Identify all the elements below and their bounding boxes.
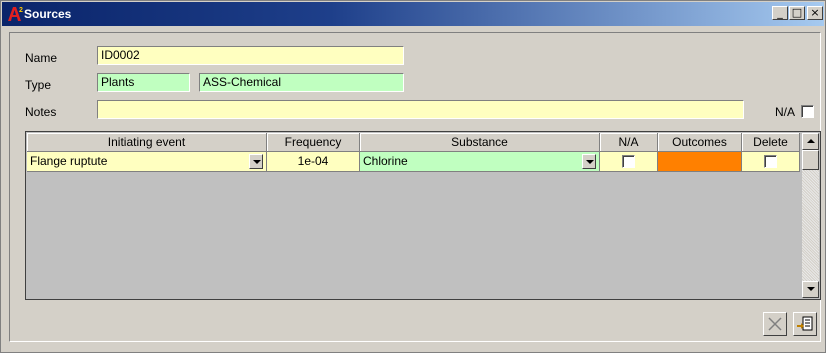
na-label: N/A	[775, 105, 796, 119]
export-icon	[797, 316, 813, 331]
column-header-frequency[interactable]: Frequency	[267, 133, 360, 152]
substance-value: Chlorine	[363, 154, 408, 168]
name-label: Name	[25, 51, 58, 65]
column-header-delete[interactable]: Delete	[742, 133, 800, 152]
column-header-initiating-event[interactable]: Initiating event	[27, 133, 267, 152]
row-delete-checkbox[interactable]	[764, 155, 777, 168]
type-subtype-field[interactable]: ASS-Chemical	[199, 73, 404, 92]
app-logo-icon: 2	[8, 7, 23, 21]
window-title: Sources	[24, 7, 72, 21]
notes-label: Notes	[25, 105, 57, 119]
maximize-button[interactable]: □	[789, 6, 805, 20]
svg-text:2: 2	[19, 7, 23, 14]
initiating-event-cell[interactable]: Flange ruptute	[27, 152, 267, 172]
chevron-down-icon[interactable]	[249, 154, 263, 169]
notes-field[interactable]	[97, 100, 744, 119]
title-bar[interactable]: 2 Sources _ □ ×	[2, 2, 824, 26]
export-button[interactable]	[793, 312, 817, 336]
close-button[interactable]: ×	[807, 6, 823, 20]
scrollbar-thumb[interactable]	[802, 150, 819, 170]
delete-cell	[742, 152, 800, 172]
substance-cell[interactable]: Chlorine	[360, 152, 600, 172]
row-na-checkbox[interactable]	[622, 155, 635, 168]
vertical-scrollbar[interactable]	[802, 133, 819, 298]
delete-row-button[interactable]	[763, 312, 787, 336]
scroll-up-arrow-icon[interactable]	[802, 133, 819, 150]
name-field[interactable]: ID0002	[97, 46, 404, 65]
frequency-cell[interactable]: 1e-04	[267, 152, 360, 172]
x-icon	[768, 317, 782, 331]
outcomes-cell[interactable]	[658, 152, 742, 172]
scroll-down-arrow-icon[interactable]	[802, 281, 819, 298]
na-checkbox[interactable]	[801, 105, 814, 118]
column-header-substance[interactable]: Substance	[360, 133, 600, 152]
initiating-events-grid: Initiating event Frequency Substance N/A…	[25, 131, 821, 300]
sources-window: 2 Sources _ □ × Name ID0002 Type Plants …	[0, 0, 826, 353]
na-cell	[600, 152, 658, 172]
column-header-na[interactable]: N/A	[600, 133, 658, 152]
type-field[interactable]: Plants	[97, 73, 190, 92]
column-header-outcomes[interactable]: Outcomes	[658, 133, 742, 152]
chevron-down-icon[interactable]	[582, 154, 596, 169]
minimize-button[interactable]: _	[772, 6, 788, 20]
type-label: Type	[25, 78, 52, 92]
initiating-event-value: Flange ruptute	[30, 154, 108, 168]
